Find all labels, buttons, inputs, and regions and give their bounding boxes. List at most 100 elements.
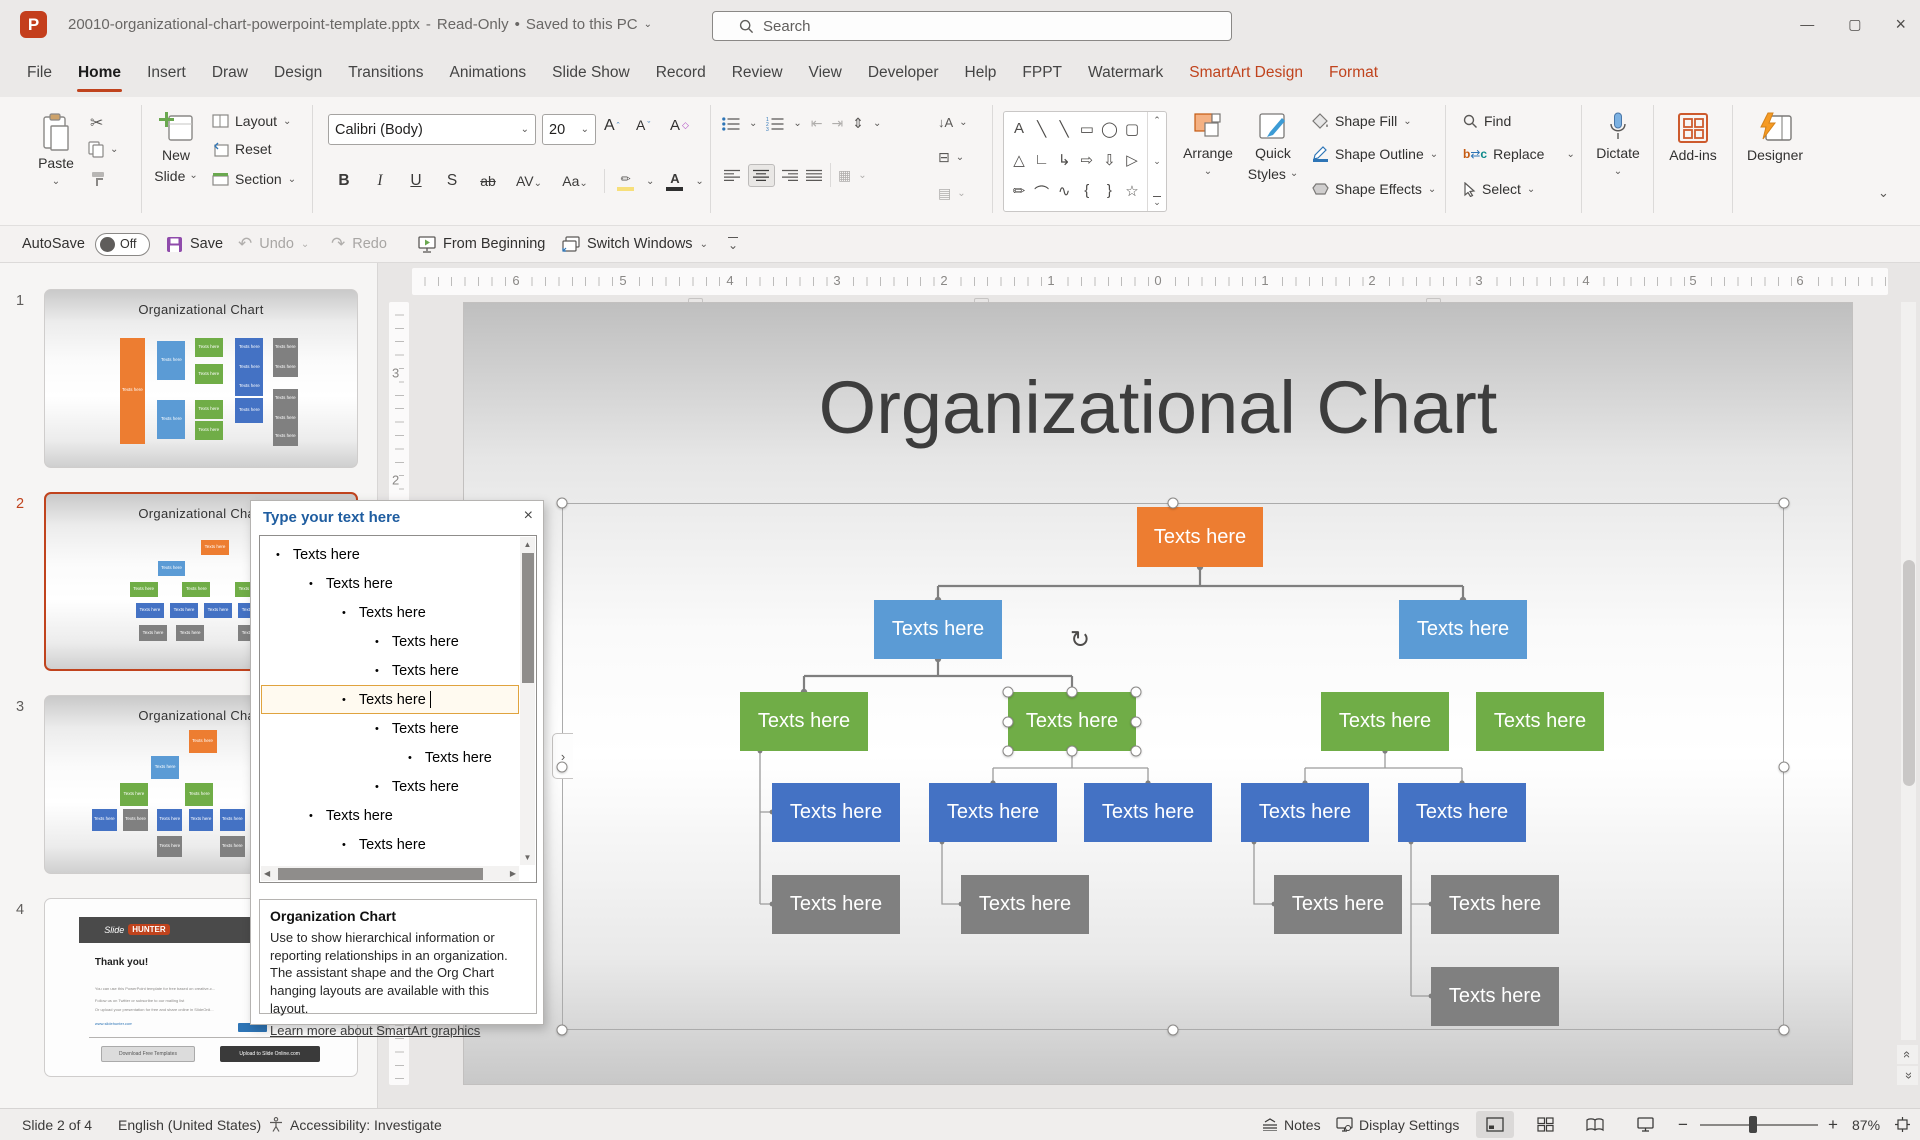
shape-icon[interactable]: ∟ [1031, 151, 1053, 169]
autosave-toggle[interactable]: Off [95, 226, 150, 262]
selection-handle[interactable] [1067, 687, 1078, 698]
text-pane-row[interactable]: •Texts here [261, 801, 519, 830]
shape-icon[interactable]: { [1076, 182, 1098, 203]
text-pane-vscrollbar[interactable]: ▲ ▼ [520, 537, 535, 865]
text-pane-row[interactable]: •Texts here [261, 656, 519, 685]
from-beginning-button[interactable]: From Beginning [418, 226, 545, 262]
justify-button[interactable] [806, 169, 823, 182]
selection-handle[interactable] [557, 761, 568, 772]
numbering-dropdown[interactable]: ⌄ [793, 118, 801, 129]
selection-handle[interactable] [1779, 761, 1790, 772]
selection-handle[interactable] [1131, 716, 1142, 727]
tab-design[interactable]: Design [261, 48, 335, 97]
slide-show-button[interactable] [1626, 1111, 1664, 1138]
selection-handle[interactable] [1131, 746, 1142, 757]
collapse-ribbon-button[interactable]: ⌄ [1878, 185, 1889, 201]
switch-windows-button[interactable]: Switch Windows ⌄ [562, 226, 708, 262]
gallery-down-icon[interactable]: ⌄ [1153, 156, 1161, 167]
font-color-button[interactable]: A [666, 171, 683, 191]
selection-handle[interactable] [1168, 1025, 1179, 1036]
bold-button[interactable]: B [332, 172, 356, 190]
scrollbar-thumb[interactable] [1903, 560, 1915, 786]
powerpoint-logo-icon[interactable]: P [20, 11, 47, 38]
org-chart-node[interactable]: Texts here [929, 783, 1057, 842]
align-left-button[interactable] [724, 169, 741, 182]
shape-icon[interactable]: ▢ [1121, 120, 1143, 138]
org-chart-node[interactable]: Texts here [1398, 783, 1526, 842]
numbering-button[interactable]: 123 [766, 117, 784, 131]
gallery-more-icon[interactable]: ⌄ [1153, 196, 1161, 208]
scrollbar-thumb[interactable] [278, 868, 483, 880]
shape-icon[interactable]: ⌒ [1031, 182, 1053, 203]
scroll-right-icon[interactable]: ▶ [510, 869, 516, 878]
shadow-button[interactable]: S [440, 172, 464, 190]
line-spacing-button[interactable]: ⇕ [852, 115, 864, 132]
decrease-font-button[interactable]: Aˇ [636, 117, 650, 133]
selection-handle[interactable] [1067, 746, 1078, 757]
increase-indent-button[interactable]: ⇥ [832, 115, 844, 132]
align-right-button[interactable] [782, 169, 799, 182]
org-chart-node[interactable]: Texts here [1241, 783, 1369, 842]
italic-button[interactable]: I [368, 172, 392, 190]
text-pane-row[interactable]: •Texts here [261, 569, 519, 598]
redo-button[interactable]: ↷ Redo [331, 226, 387, 262]
new-slide-button[interactable]: New Slide⌄ [148, 112, 204, 185]
display-settings-button[interactable]: Display Settings [1336, 1109, 1459, 1140]
shape-icon[interactable]: } [1098, 182, 1120, 203]
tab-format[interactable]: Format [1316, 48, 1391, 97]
scroll-left-icon[interactable]: ◀ [264, 869, 270, 878]
tab-help[interactable]: Help [952, 48, 1010, 97]
slide-thumbnail-1[interactable]: Organizational Chart Texts hereTexts her… [44, 289, 358, 468]
org-chart-node[interactable]: Texts here [1008, 692, 1136, 751]
shape-icon[interactable]: ∿ [1053, 182, 1075, 203]
org-chart-node[interactable]: Texts here [1084, 783, 1212, 842]
close-button[interactable]: × [1895, 14, 1906, 35]
shape-icon[interactable]: ✏ [1008, 182, 1030, 203]
dictate-button[interactable]: Dictate ⌄ [1589, 112, 1647, 178]
text-pane-toggle[interactable]: › [552, 733, 573, 779]
paste-button[interactable]: Paste ⌄ [30, 112, 82, 188]
shape-fill-button[interactable]: Shape Fill⌄ [1312, 113, 1412, 129]
selection-handle[interactable] [1003, 746, 1014, 757]
shape-icon[interactable]: △ [1008, 151, 1030, 169]
notes-button[interactable]: Notes [1262, 1109, 1321, 1140]
chevron-down-icon[interactable]: ⌄ [644, 19, 652, 30]
selection-handle[interactable] [1003, 716, 1014, 727]
designer-button[interactable]: Designer [1740, 112, 1810, 165]
zoom-out-button[interactable]: − [1678, 1109, 1688, 1140]
text-pane-list[interactable]: •Texts here•Texts here•Texts here•Texts … [259, 535, 537, 883]
convert-to-smartart-button[interactable]: ▤⌄ [938, 185, 966, 202]
close-icon[interactable]: × [524, 507, 533, 525]
find-button[interactable]: Find [1463, 113, 1511, 129]
shape-icon[interactable]: ⇨ [1076, 151, 1098, 169]
clear-formatting-button[interactable]: A◇ [670, 117, 689, 134]
select-button[interactable]: Select⌄ [1463, 181, 1535, 197]
org-chart-node[interactable]: Texts here [740, 692, 868, 751]
font-name-select[interactable]: Calibri (Body)⌄ [328, 114, 536, 145]
arrange-button[interactable]: Arrange ⌄ [1178, 112, 1238, 178]
fit-to-window-button[interactable] [1894, 1109, 1911, 1140]
highlight-color-dropdown[interactable]: ⌄ [646, 176, 654, 187]
zoom-slider[interactable] [1700, 1124, 1818, 1126]
org-chart-node[interactable]: Texts here [772, 783, 900, 842]
highlight-color-button[interactable]: ✏ [617, 172, 634, 191]
reading-view-button[interactable] [1576, 1111, 1614, 1138]
tab-developer[interactable]: Developer [855, 48, 952, 97]
font-size-select[interactable]: 20⌄ [542, 114, 596, 145]
quick-styles-button[interactable]: Quick Styles⌄ [1244, 112, 1302, 183]
add-ins-button[interactable]: Add-ins [1661, 112, 1725, 165]
search-input[interactable]: Search [712, 11, 1232, 41]
scroll-up-icon[interactable]: ▲ [524, 540, 532, 549]
selection-handle[interactable] [1779, 498, 1790, 509]
section-button[interactable]: Section⌄ [212, 171, 296, 187]
previous-slide-button[interactable]: « [1897, 1045, 1918, 1064]
qat-overflow-button[interactable]: ⌄ [728, 226, 738, 262]
selection-handle[interactable] [1003, 687, 1014, 698]
text-direction-button[interactable]: ↓A⌄ [938, 115, 968, 130]
org-chart-node[interactable]: Texts here [1321, 692, 1449, 751]
shape-icon[interactable]: ↳ [1053, 151, 1075, 169]
save-button[interactable]: Save [166, 226, 223, 262]
tab-file[interactable]: File [14, 48, 65, 97]
org-chart-node[interactable]: Texts here [961, 875, 1089, 934]
zoom-in-button[interactable]: + [1828, 1109, 1838, 1140]
